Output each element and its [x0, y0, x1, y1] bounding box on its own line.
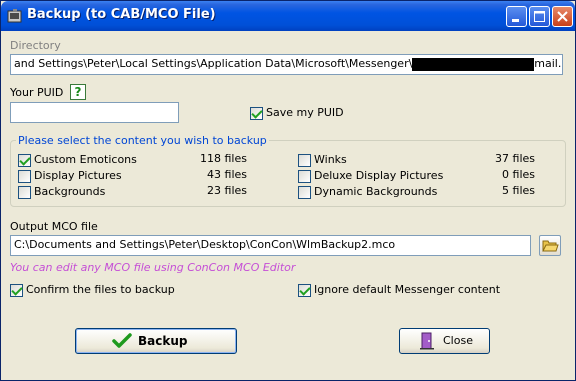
backup-button-label: Backup	[138, 334, 188, 348]
backup-button[interactable]: Backup	[75, 328, 237, 354]
custom-emoticons-checkbox[interactable]	[18, 154, 31, 167]
maximize-button[interactable]	[529, 6, 550, 27]
winks-count: 37 files	[495, 152, 535, 165]
deluxe-display-pictures-label: Deluxe Display Pictures	[314, 169, 444, 182]
content-group-title: Please select the content you wish to ba…	[16, 134, 269, 147]
minimize-button[interactable]	[506, 6, 527, 27]
minimize-icon	[512, 19, 519, 22]
help-icon: ?	[74, 85, 82, 99]
deluxe-display-pictures-checkbox[interactable]	[298, 170, 311, 183]
directory-label: Directory	[10, 39, 61, 52]
dynamic-backgrounds-checkbox[interactable]	[298, 186, 311, 199]
puid-input[interactable]	[10, 102, 179, 123]
directory-path-start: and Settings\Peter\Local Settings\Applic…	[14, 57, 413, 70]
winks-label: Winks	[314, 153, 347, 166]
backgrounds-count: 23 files	[207, 184, 247, 197]
save-puid-label: Save my PUID	[266, 106, 344, 119]
close-window-button[interactable]	[552, 6, 573, 27]
custom-emoticons-count: 118 files	[200, 152, 247, 165]
directory-field[interactable]: and Settings\Peter\Local Settings\Applic…	[10, 54, 563, 75]
custom-emoticons-label: Custom Emoticons	[34, 153, 137, 166]
winks-checkbox[interactable]	[298, 154, 311, 167]
exit-door-icon	[420, 332, 434, 350]
display-pictures-count: 43 files	[207, 168, 247, 181]
close-button-label: Close	[443, 334, 473, 347]
backup-dialog: Backup (to CAB/MCO File) Directory and S…	[0, 0, 576, 381]
display-pictures-label: Display Pictures	[34, 169, 122, 182]
browse-button[interactable]	[539, 235, 561, 256]
output-path-field[interactable]: C:\Documents and Settings\Peter\Desktop\…	[10, 235, 531, 256]
green-checkmark-icon	[112, 333, 132, 348]
redacted-block	[412, 57, 535, 71]
deluxe-display-pictures-count: 0 files	[502, 168, 535, 181]
mco-editor-hint[interactable]: You can edit any MCO file using ConCon M…	[10, 261, 295, 274]
window-title: Backup (to CAB/MCO File)	[27, 7, 216, 22]
confirm-files-label: Confirm the files to backup	[26, 283, 175, 296]
help-button[interactable]: ?	[70, 84, 86, 100]
ignore-default-label: Ignore default Messenger content	[314, 283, 501, 296]
puid-label: Your PUID	[10, 86, 64, 99]
ignore-default-checkbox[interactable]	[298, 284, 311, 297]
open-folder-icon	[542, 240, 559, 252]
confirm-files-checkbox[interactable]	[10, 284, 23, 297]
app-icon	[7, 9, 22, 23]
output-label: Output MCO file	[10, 220, 98, 233]
dialog-body: Directory and Settings\Peter\Local Setti…	[4, 31, 572, 378]
close-icon	[557, 11, 568, 22]
title-bar[interactable]: Backup (to CAB/MCO File)	[1, 1, 575, 31]
dynamic-backgrounds-count: 5 files	[502, 184, 535, 197]
dynamic-backgrounds-label: Dynamic Backgrounds	[314, 185, 438, 198]
save-puid-checkbox[interactable]	[250, 107, 263, 120]
backgrounds-label: Backgrounds	[34, 185, 106, 198]
backgrounds-checkbox[interactable]	[18, 186, 31, 199]
close-button[interactable]: Close	[399, 328, 490, 354]
maximize-icon	[534, 11, 545, 22]
directory-path-end: mail.com\ObjectStore\	[534, 57, 562, 70]
display-pictures-checkbox[interactable]	[18, 170, 31, 183]
